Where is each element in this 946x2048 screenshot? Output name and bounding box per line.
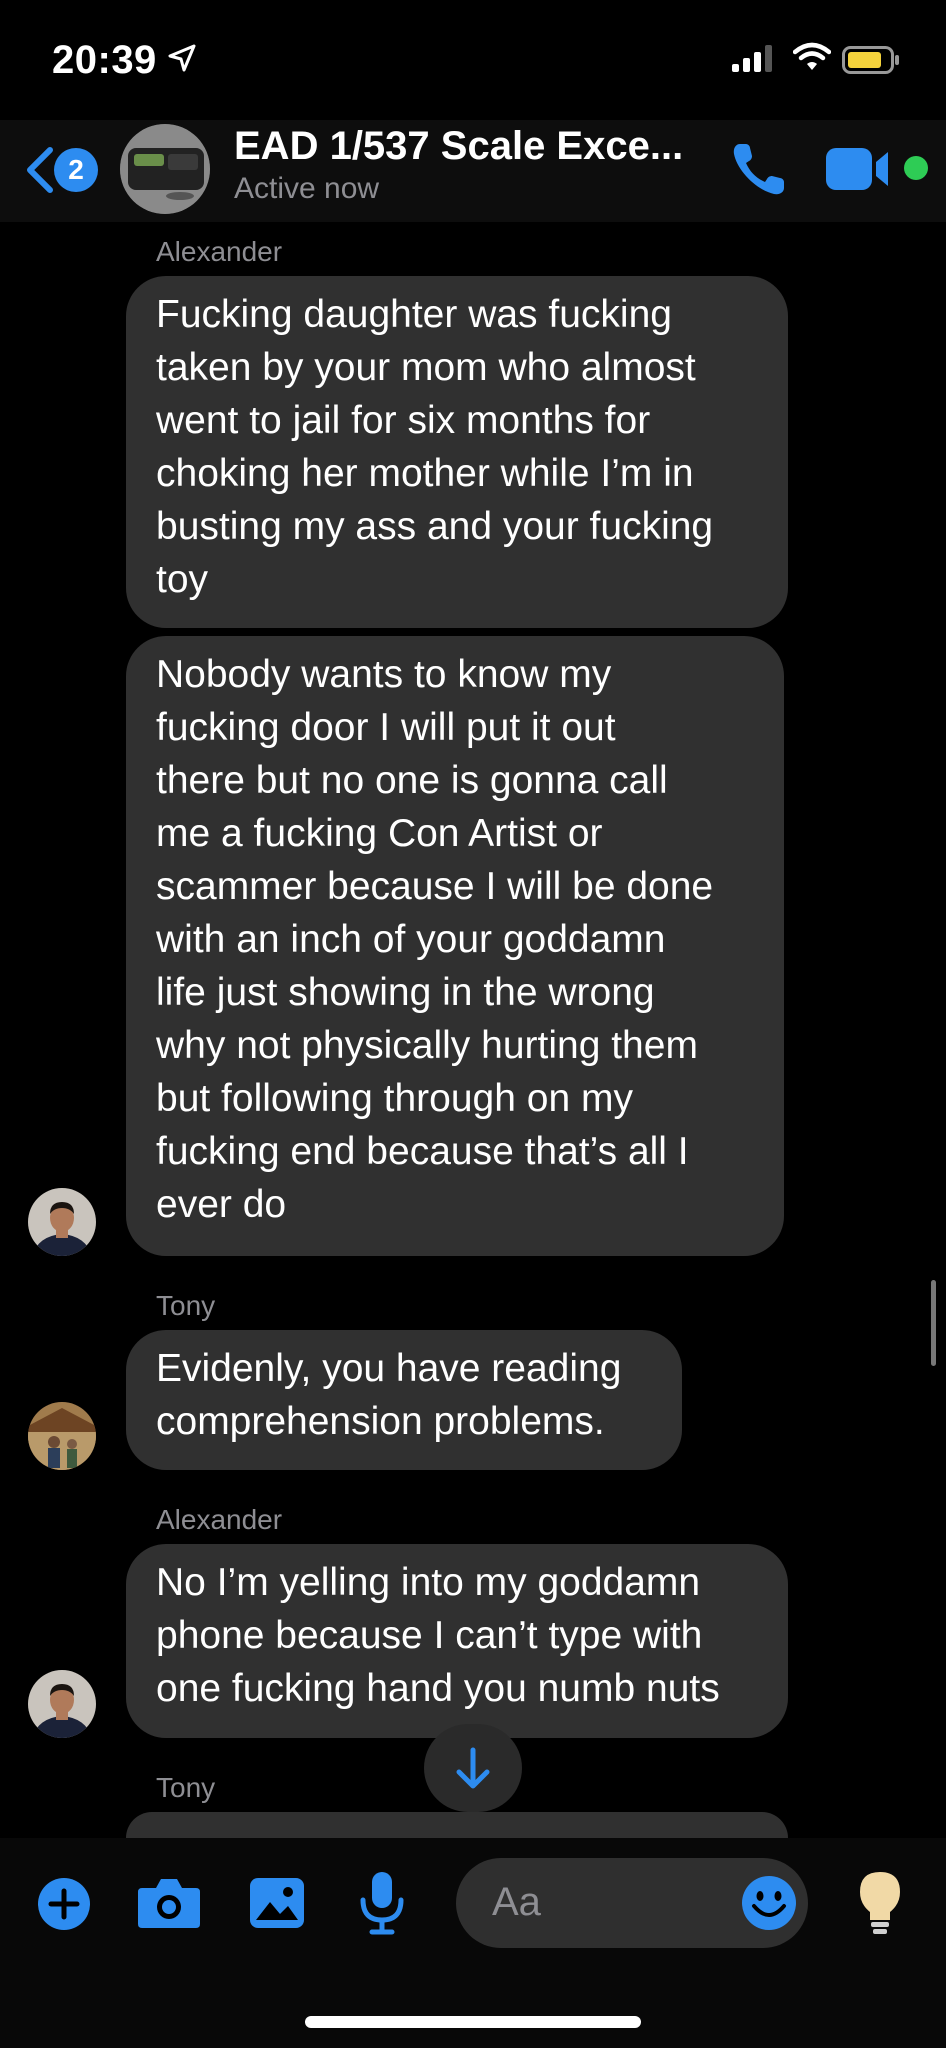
- active-status: Active now: [234, 172, 380, 205]
- microphone-icon[interactable]: [358, 1870, 406, 1936]
- battery-icon: [842, 46, 899, 74]
- avatar[interactable]: [28, 1402, 96, 1470]
- status-time: 20:39: [52, 38, 157, 82]
- message-bubble[interactable]: Fucking daughter was fucking taken by yo…: [126, 276, 788, 628]
- avatar[interactable]: [28, 1670, 96, 1738]
- active-indicator: [904, 156, 928, 180]
- sender-name: Tony: [156, 1772, 216, 1803]
- gallery-icon[interactable]: [248, 1876, 306, 1930]
- scroll-indicator[interactable]: [931, 1280, 936, 1366]
- location-arrow-icon: [168, 44, 196, 72]
- sender-name: Alexander: [156, 236, 283, 267]
- scroll-to-bottom-button[interactable]: [424, 1724, 522, 1812]
- chat-title[interactable]: EAD 1/537 Scale Exce...: [234, 124, 683, 169]
- camera-icon[interactable]: [136, 1874, 202, 1930]
- arrow-down-icon: [456, 1747, 490, 1789]
- unread-badge[interactable]: 2: [54, 148, 98, 192]
- wifi-icon: [793, 42, 831, 70]
- emoji-icon[interactable]: [740, 1874, 798, 1932]
- group-avatar[interactable]: [120, 124, 210, 214]
- phone-call-icon[interactable]: [728, 138, 790, 200]
- cellular-signal-icon: [732, 45, 772, 72]
- status-bar: 20:39: [0, 0, 946, 120]
- input-placeholder: Aa: [492, 1880, 541, 1924]
- plus-icon[interactable]: [36, 1876, 92, 1932]
- home-indicator: [305, 2016, 641, 2028]
- message-bubble[interactable]: No I’m yelling into my goddamn phone bec…: [126, 1544, 788, 1738]
- video-call-icon[interactable]: [826, 144, 894, 194]
- message-bubble[interactable]: Nobody wants to know my fucking door I w…: [126, 636, 784, 1256]
- sender-name: Tony: [156, 1290, 216, 1321]
- lightbulb-icon[interactable]: [856, 1870, 904, 1938]
- message-bubble[interactable]: Evidenly, you have reading comprehension…: [126, 1330, 682, 1470]
- sender-name: Alexander: [156, 1504, 283, 1535]
- message-bubble[interactable]: [126, 1812, 788, 1838]
- avatar[interactable]: [28, 1188, 96, 1256]
- message-input[interactable]: Aa: [456, 1858, 808, 1948]
